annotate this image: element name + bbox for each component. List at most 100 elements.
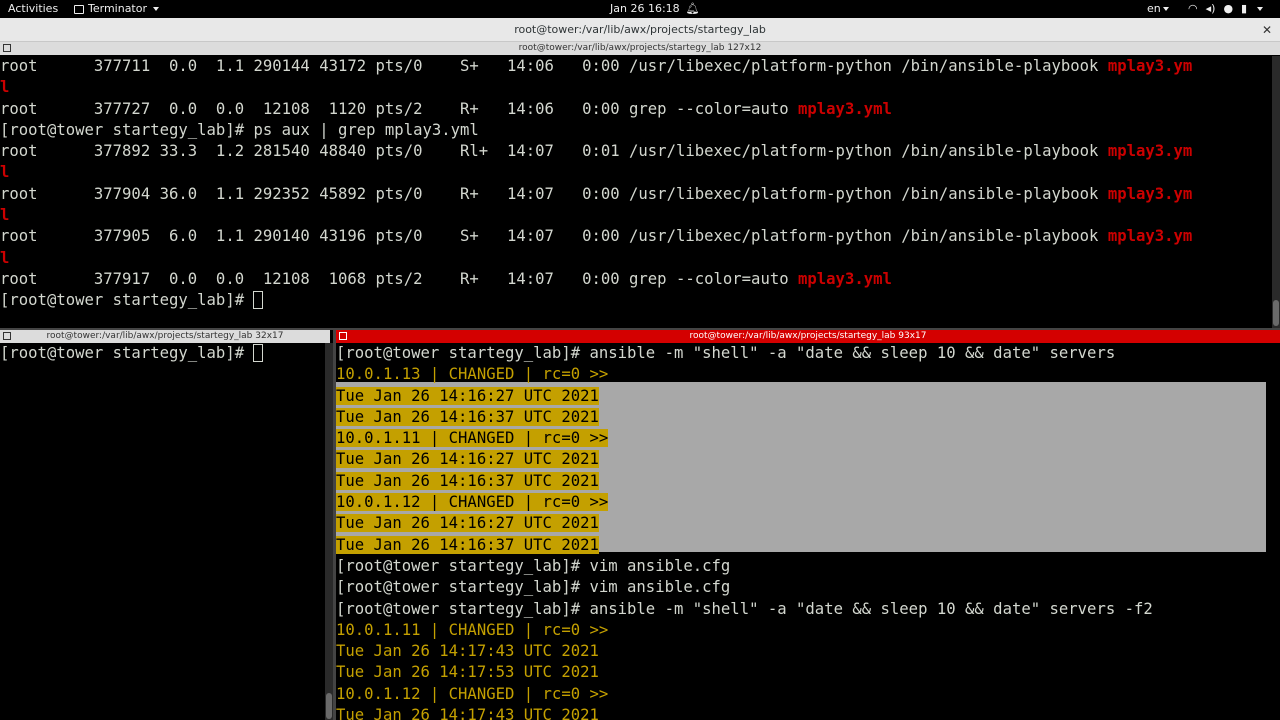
window-title: root@tower:/var/lib/awx/projects/starteg… [514,23,766,36]
top-terminal-pane[interactable]: root 377711 0.0 1.1 290144 43172 pts/0 S… [0,56,1272,328]
terminal-line: root 377711 0.0 1.1 290144 43172 pts/0 S… [0,56,1272,77]
terminal-line: Tue Jan 26 14:17:43 UTC 2021 [336,705,1280,720]
terminal-text: [root@tower startegy_lab]# vim ansible.c… [336,578,731,597]
terminal-text: Tue Jan 26 14:16:27 UTC 2021 [336,450,599,469]
terminal-text: [root@tower startegy_lab]# ansible -m "s… [336,599,1153,618]
right-pane-title: root@tower:/var/lib/awx/projects/starteg… [689,331,927,341]
terminal-text: root 377904 36.0 1.1 292352 45892 pts/0 … [0,184,1108,203]
terminal-text: 10.0.1.13 | CHANGED | rc=0 >> [336,365,609,384]
terminal-text: root 377727 0.0 0.0 12108 1120 pts/2 R+ … [0,99,798,118]
system-tray[interactable]: ◠ ◂) ● ▮ [1188,0,1264,18]
scrollbar-thumb[interactable] [326,693,332,719]
terminal-text: 10.0.1.11 | CHANGED | rc=0 >> [336,429,609,448]
top-scrollbar[interactable] [1272,56,1280,328]
wifi-icon: ◠ [1188,2,1198,15]
activities-button[interactable]: Activities [8,0,58,18]
terminal-line: 10.0.1.11 | CHANGED | rc=0 >> [336,620,1280,641]
scrollbar-thumb[interactable] [1273,300,1279,326]
terminal-text: l [0,248,10,267]
terminal-icon [74,4,84,14]
language-text: en [1147,2,1161,15]
terminal-line: root 377917 0.0 0.0 12108 1068 pts/2 R+ … [0,269,1272,290]
clock-text: Jan 26 16:18 [610,2,680,15]
terminal-text: [root@tower startegy_lab]# [0,291,254,310]
terminal-text: [root@tower startegy_lab]# [0,344,254,362]
terminal-text: l [0,78,10,97]
top-pane-titlebar[interactable]: root@tower:/var/lib/awx/projects/starteg… [0,42,1280,55]
right-terminal-pane[interactable]: [root@tower startegy_lab]# ansible -m "s… [336,343,1280,720]
terminal-text: 10.0.1.11 | CHANGED | rc=0 >> [336,620,609,639]
terminal-text: mplay3.ym [1107,184,1193,203]
grip-icon[interactable] [3,332,11,340]
terminal-text: [root@tower startegy_lab]# ps aux | grep… [0,120,479,139]
terminal-line: l [0,248,1272,269]
terminal-text: Tue Jan 26 14:16:27 UTC 2021 [336,386,599,405]
right-pane-titlebar[interactable]: root@tower:/var/lib/awx/projects/starteg… [336,330,1280,343]
close-icon[interactable]: ✕ [1262,18,1272,42]
terminal-text: root 377905 6.0 1.1 290140 43196 pts/0 S… [0,227,1108,246]
terminal-line: Tue Jan 26 14:16:27 UTC 2021 [336,386,1280,407]
terminal-line: root 377892 33.3 1.2 281540 48840 pts/0 … [0,141,1272,162]
terminal-text: Tue Jan 26 14:17:43 UTC 2021 [336,706,599,720]
terminal-line: l [0,77,1272,98]
grip-icon[interactable] [3,44,11,52]
terminal-text: l [0,163,10,182]
terminal-cursor [253,291,264,310]
terminal-text: l [0,206,10,225]
top-bar: Activities Terminator Jan 26 16:18 🔔︎ en… [0,0,1280,18]
terminal-line: [root@tower startegy_lab]# ansible -m "s… [336,599,1280,620]
microphone-icon: ● [1223,2,1234,15]
terminal-text: Tue Jan 26 14:16:37 UTC 2021 [336,471,599,490]
terminal-text: root 377892 33.3 1.2 281540 48840 pts/0 … [0,142,1108,161]
terminal-line: root 377904 36.0 1.1 292352 45892 pts/0 … [0,184,1272,205]
terminal-text: root 377917 0.0 0.0 12108 1068 pts/2 R+ … [0,269,798,288]
left-terminal-pane[interactable]: [root@tower startegy_lab]# [0,343,325,720]
terminal-text: root 377711 0.0 1.1 290144 43172 pts/0 S… [0,57,1108,75]
terminal-text: mplay3.ym [1107,57,1193,75]
terminal-line: Tue Jan 26 14:16:37 UTC 2021 [336,471,1280,492]
terminal-line: [root@tower startegy_lab]# [0,343,325,364]
terminal-text: [root@tower startegy_lab]# ansible -m "s… [336,344,1116,362]
terminal-line: [root@tower startegy_lab]# vim ansible.c… [336,556,1280,577]
terminal-output[interactable]: [root@tower startegy_lab]# [0,343,325,364]
terminal-cursor [253,344,264,362]
left-pane-title: root@tower:/var/lib/awx/projects/starteg… [46,331,284,341]
bell-icon: 🔔︎ [685,2,700,15]
volume-icon: ◂) [1205,2,1216,15]
terminal-text: 10.0.1.12 | CHANGED | rc=0 >> [336,684,609,703]
terminal-line: [root@tower startegy_lab]# ansible -m "s… [336,343,1280,364]
app-menu[interactable]: Terminator [74,0,159,18]
grip-icon[interactable] [339,332,347,340]
terminal-text: Tue Jan 26 14:16:37 UTC 2021 [336,535,599,554]
clock[interactable]: Jan 26 16:18 🔔︎ [610,0,700,18]
left-scrollbar[interactable] [325,343,333,720]
terminal-text: Tue Jan 26 14:17:53 UTC 2021 [336,663,599,682]
terminal-line: Tue Jan 26 14:16:27 UTC 2021 [336,449,1280,470]
terminal-text: [root@tower startegy_lab]# vim ansible.c… [336,556,731,575]
terminal-text: Tue Jan 26 14:16:27 UTC 2021 [336,514,599,533]
left-pane-titlebar[interactable]: root@tower:/var/lib/awx/projects/starteg… [0,330,330,343]
terminal-line: 10.0.1.12 | CHANGED | rc=0 >> [336,684,1280,705]
terminal-text: mplay3.yml [798,269,892,288]
terminal-text: Tue Jan 26 14:16:37 UTC 2021 [336,407,599,426]
language-menu[interactable]: en [1147,0,1169,18]
terminal-output[interactable]: root 377711 0.0 1.1 290144 43172 pts/0 S… [0,56,1272,312]
terminal-text: mplay3.yml [798,99,892,118]
terminal-line: root 377727 0.0 0.0 12108 1120 pts/2 R+ … [0,99,1272,120]
terminal-line: 10.0.1.13 | CHANGED | rc=0 >> [336,364,1280,385]
app-name: Terminator [88,2,147,15]
terminal-text: mplay3.ym [1107,227,1193,246]
terminal-line: [root@tower startegy_lab]# [0,290,1272,311]
chevron-down-icon [1162,7,1169,11]
terminal-line: Tue Jan 26 14:16:37 UTC 2021 [336,535,1280,556]
terminal-text: mplay3.ym [1107,142,1193,161]
terminal-line: root 377905 6.0 1.1 290140 43196 pts/0 S… [0,226,1272,247]
chevron-down-icon [1257,7,1264,11]
terminal-text: Tue Jan 26 14:17:43 UTC 2021 [336,642,599,661]
window-title-bar[interactable]: root@tower:/var/lib/awx/projects/starteg… [0,18,1280,42]
chevron-down-icon [153,7,159,11]
terminal-line: [root@tower startegy_lab]# ps aux | grep… [0,120,1272,141]
terminal-line: 10.0.1.11 | CHANGED | rc=0 >> [336,428,1280,449]
top-pane-title: root@tower:/var/lib/awx/projects/starteg… [518,43,762,53]
terminal-output[interactable]: [root@tower startegy_lab]# ansible -m "s… [336,343,1280,720]
